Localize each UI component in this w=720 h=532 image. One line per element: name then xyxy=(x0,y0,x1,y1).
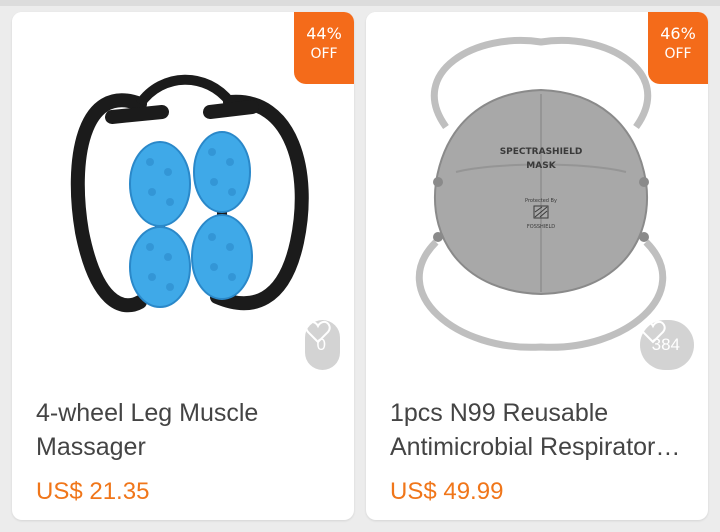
product-title[interactable]: 4-wheel Leg Muscle Massager xyxy=(36,396,336,464)
mask-model-text: MASK xyxy=(526,161,556,171)
product-card[interactable]: SPECTRASHIELD MASK Protected By FOSSHIEL… xyxy=(366,12,708,520)
product-image[interactable]: SPECTRASHIELD MASK Protected By FOSSHIEL… xyxy=(366,12,708,382)
mask-maker-text: FOSSHIELD xyxy=(527,224,555,230)
discount-badge: 44% OFF xyxy=(294,12,354,84)
product-card[interactable]: 44% OFF 0 4-wheel Leg Muscle Massager US… xyxy=(12,12,354,520)
mask-brand-text: SPECTRASHIELD xyxy=(500,147,583,157)
product-grid: 44% OFF 0 4-wheel Leg Muscle Massager US… xyxy=(0,0,720,532)
discount-off-label: OFF xyxy=(310,46,338,62)
discount-percent: 44% xyxy=(306,24,342,43)
heart-icon xyxy=(640,320,666,344)
discount-percent: 46% xyxy=(660,24,696,43)
product-price: US$ 21.35 xyxy=(36,478,150,505)
discount-off-label: OFF xyxy=(664,46,692,62)
heart-icon xyxy=(304,320,331,344)
discount-badge: 46% OFF xyxy=(648,12,708,84)
product-image[interactable]: 44% OFF 0 xyxy=(12,12,354,382)
product-title[interactable]: 1pcs N99 Reusable Antimicrobial Respirat… xyxy=(390,396,690,464)
wishlist-button[interactable]: 384 xyxy=(639,320,694,370)
mask-protected-text: Protected By xyxy=(525,198,557,204)
wishlist-button[interactable]: 0 xyxy=(304,320,340,370)
product-price: US$ 49.99 xyxy=(390,478,504,505)
